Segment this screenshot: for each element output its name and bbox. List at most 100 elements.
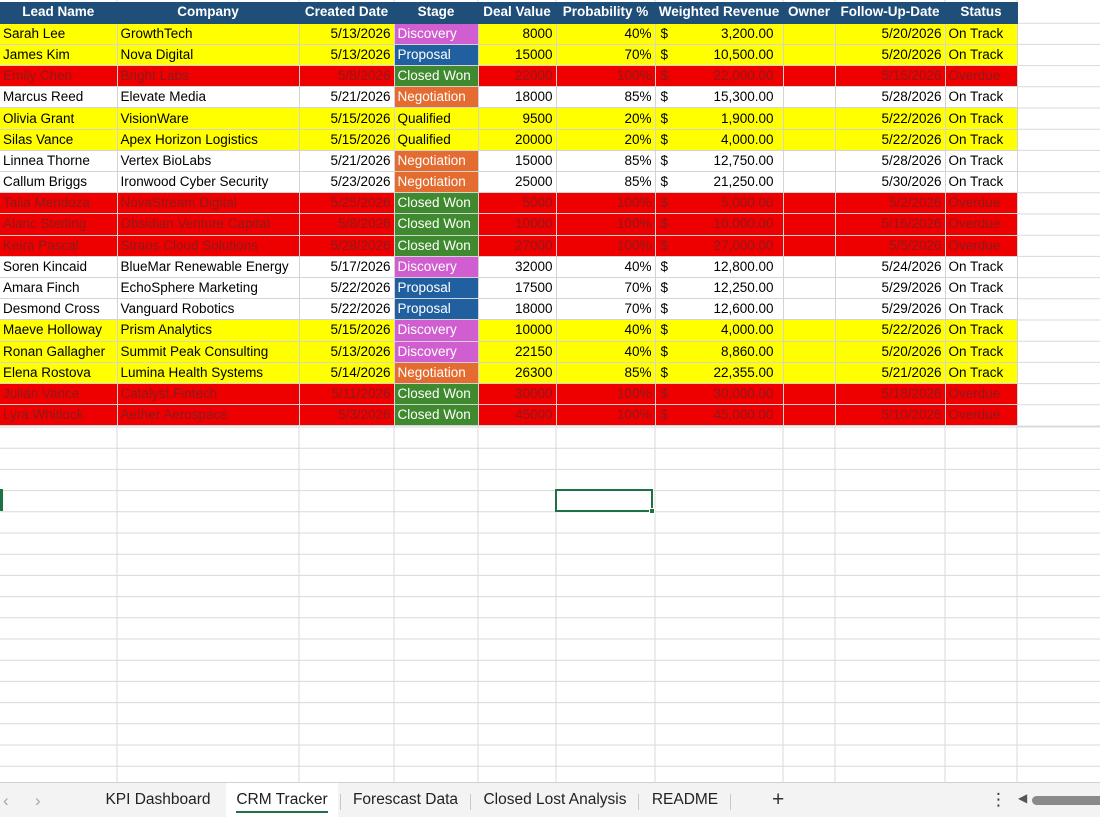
- cell-stage[interactable]: Negotiation: [394, 362, 479, 384]
- cell-stage[interactable]: Proposal: [394, 44, 479, 67]
- cell-deal-value[interactable]: 5000: [478, 192, 557, 215]
- cell-lead-name[interactable]: Lyra Whitlock: [0, 404, 118, 427]
- cell-created-date[interactable]: 5/21/2026: [299, 150, 395, 173]
- worksheet-grid[interactable]: Lead Name Company Created Date Stage Dea…: [0, 0, 1100, 782]
- cell-owner[interactable]: [783, 298, 836, 321]
- add-sheet-button[interactable]: +: [772, 788, 784, 812]
- tab-crm-tracker[interactable]: CRM Tracker: [226, 783, 338, 817]
- scroll-left-arrow-icon[interactable]: ◀: [1018, 791, 1027, 805]
- cell-lead-name[interactable]: Maeve Holloway: [0, 319, 118, 342]
- header-stage[interactable]: Stage: [394, 2, 479, 24]
- cell-status[interactable]: Overdue: [945, 65, 1018, 88]
- cell-company[interactable]: Bright Labs: [117, 65, 300, 88]
- cell-weighted-revenue[interactable]: $22,355.00: [655, 362, 784, 384]
- cell-deal-value[interactable]: 17500: [478, 277, 557, 300]
- cell-company[interactable]: Nova Digital: [117, 44, 300, 67]
- cell-status[interactable]: On Track: [945, 44, 1018, 67]
- cell-created-date[interactable]: 5/23/2026: [299, 171, 395, 194]
- cell-probability[interactable]: 100%: [556, 192, 656, 215]
- header-weighted-revenue[interactable]: Weighted Revenue: [655, 2, 784, 24]
- cell-status[interactable]: Overdue: [945, 404, 1018, 427]
- cell-status[interactable]: On Track: [945, 150, 1018, 173]
- cell-company[interactable]: Obsidian Venture Capital: [117, 213, 300, 236]
- cell-follow-up-date[interactable]: 5/15/2026: [835, 213, 946, 236]
- cell-owner[interactable]: [783, 44, 836, 67]
- cell-deal-value[interactable]: 32000: [478, 256, 557, 278]
- cell-created-date[interactable]: 5/28/2026: [299, 235, 395, 257]
- cell-follow-up-date[interactable]: 5/10/2026: [835, 404, 946, 427]
- cell-follow-up-date[interactable]: 5/24/2026: [835, 256, 946, 278]
- cell-company[interactable]: Straos Cloud Solutions: [117, 235, 300, 257]
- cell-stage[interactable]: Closed Won: [394, 383, 479, 406]
- cell-stage[interactable]: Proposal: [394, 277, 479, 300]
- cell-company[interactable]: Summit Peak Consulting: [117, 341, 300, 363]
- cell-created-date[interactable]: 5/13/2026: [299, 341, 395, 363]
- cell-weighted-revenue[interactable]: $10,000.00: [655, 213, 784, 236]
- cell-status[interactable]: On Track: [945, 277, 1018, 300]
- header-owner[interactable]: Owner: [783, 2, 836, 24]
- cell-company[interactable]: Ironwood Cyber Security: [117, 171, 300, 194]
- cell-probability[interactable]: 20%: [556, 107, 656, 130]
- cell-created-date[interactable]: 5/15/2026: [299, 319, 395, 342]
- cell-owner[interactable]: [783, 383, 836, 406]
- cell-probability[interactable]: 70%: [556, 298, 656, 321]
- cell-weighted-revenue[interactable]: $8,860.00: [655, 341, 784, 363]
- cell-created-date[interactable]: 5/22/2026: [299, 298, 395, 321]
- cell-weighted-revenue[interactable]: $27,000.00: [655, 235, 784, 257]
- cell-company[interactable]: Aether Aerospace: [117, 404, 300, 427]
- cell-owner[interactable]: [783, 23, 836, 45]
- header-company[interactable]: Company: [117, 2, 300, 24]
- cell-status[interactable]: On Track: [945, 171, 1018, 194]
- cell-owner[interactable]: [783, 256, 836, 278]
- cell-follow-up-date[interactable]: 5/22/2026: [835, 107, 946, 130]
- cell-lead-name[interactable]: Emily Chen: [0, 65, 118, 88]
- cell-deal-value[interactable]: 30000: [478, 383, 557, 406]
- cell-owner[interactable]: [783, 65, 836, 88]
- tab-closed-lost-analysis[interactable]: Closed Lost Analysis: [474, 783, 636, 817]
- cell-probability[interactable]: 100%: [556, 383, 656, 406]
- cell-deal-value[interactable]: 22150: [478, 341, 557, 363]
- header-deal-value[interactable]: Deal Value: [478, 2, 557, 24]
- cell-stage[interactable]: Proposal: [394, 298, 479, 321]
- cell-follow-up-date[interactable]: 5/18/2026: [835, 383, 946, 406]
- cell-status[interactable]: Overdue: [945, 383, 1018, 406]
- cell-owner[interactable]: [783, 404, 836, 427]
- cell-company[interactable]: Vertex BioLabs: [117, 150, 300, 173]
- cell-lead-name[interactable]: Julian Vance: [0, 383, 118, 406]
- cell-stage[interactable]: Qualified: [394, 129, 479, 151]
- cell-company[interactable]: Prism Analytics: [117, 319, 300, 342]
- cell-follow-up-date[interactable]: 5/20/2026: [835, 23, 946, 45]
- cell-owner[interactable]: [783, 86, 836, 109]
- cell-lead-name[interactable]: James Kim: [0, 44, 118, 67]
- cell-follow-up-date[interactable]: 5/21/2026: [835, 362, 946, 384]
- cell-stage[interactable]: Negotiation: [394, 171, 479, 194]
- cell-probability[interactable]: 40%: [556, 256, 656, 278]
- scrollbar-thumb[interactable]: [1032, 796, 1100, 805]
- cell-probability[interactable]: 40%: [556, 23, 656, 45]
- cell-follow-up-date[interactable]: 5/15/2026: [835, 65, 946, 88]
- cell-stage[interactable]: Discovery: [394, 256, 479, 278]
- header-status[interactable]: Status: [945, 2, 1018, 24]
- cell-stage[interactable]: Discovery: [394, 341, 479, 363]
- cell-created-date[interactable]: 5/22/2026: [299, 277, 395, 300]
- cell-probability[interactable]: 40%: [556, 341, 656, 363]
- cell-follow-up-date[interactable]: 5/28/2026: [835, 86, 946, 109]
- cell-weighted-revenue[interactable]: $30,000.00: [655, 383, 784, 406]
- cell-created-date[interactable]: 5/14/2026: [299, 362, 395, 384]
- tab-scroll-right-icon[interactable]: ›: [35, 791, 41, 811]
- cell-company[interactable]: Lumina Health Systems: [117, 362, 300, 384]
- cell-lead-name[interactable]: Amara Finch: [0, 277, 118, 300]
- cell-deal-value[interactable]: 45000: [478, 404, 557, 427]
- cell-probability[interactable]: 20%: [556, 129, 656, 151]
- cell-lead-name[interactable]: Ronan Gallagher: [0, 341, 118, 363]
- cell-deal-value[interactable]: 20000: [478, 129, 557, 151]
- cell-company[interactable]: Apex Horizon Logistics: [117, 129, 300, 151]
- cell-created-date[interactable]: 5/8/2026: [299, 213, 395, 236]
- tab-forescast-data[interactable]: Forescast Data: [344, 783, 467, 817]
- cell-status[interactable]: On Track: [945, 319, 1018, 342]
- cell-weighted-revenue[interactable]: $3,200.00: [655, 23, 784, 45]
- cell-status[interactable]: On Track: [945, 362, 1018, 384]
- cell-stage[interactable]: Qualified: [394, 107, 479, 130]
- cell-probability[interactable]: 70%: [556, 44, 656, 67]
- cell-follow-up-date[interactable]: 5/5/2026: [835, 235, 946, 257]
